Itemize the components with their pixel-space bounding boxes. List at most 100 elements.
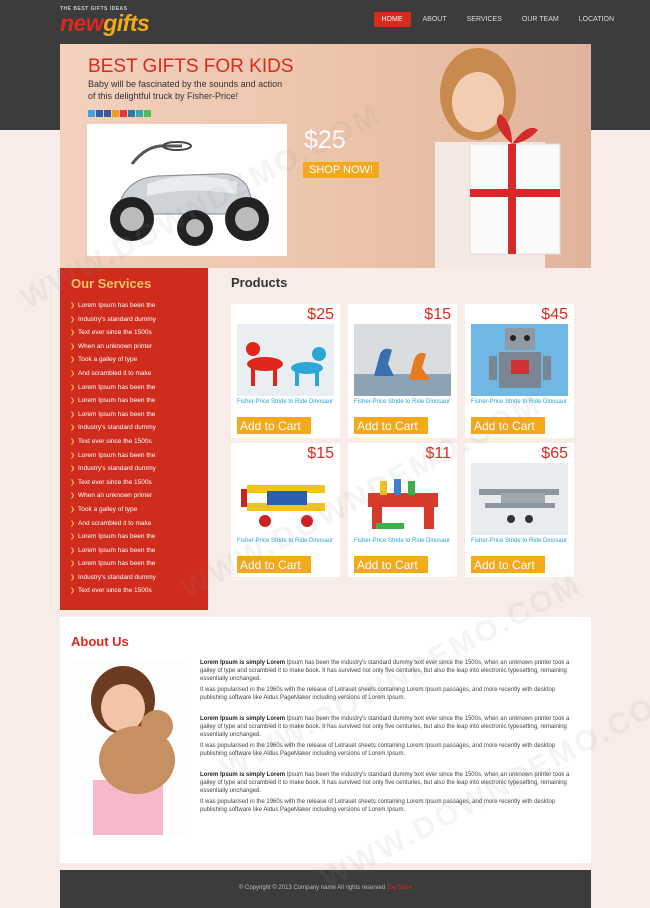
hero-subtitle: Baby will be fascinated by the sounds an… — [88, 79, 283, 101]
add-to-cart-button[interactable]: Add to Cart — [354, 417, 428, 434]
shop-now-button[interactable]: SHOP NOW! — [303, 162, 379, 178]
flickr-icon[interactable] — [120, 110, 127, 117]
child-with-teddy-image — [71, 660, 186, 835]
service-link[interactable]: When an unknown printer — [70, 340, 156, 354]
service-link[interactable]: And scrambled it to make — [70, 517, 156, 531]
product-description[interactable]: Fisher-Price Stride to Ride Dinosaur — [237, 399, 337, 407]
services-sidebar: Our Services Lorem Ipsum has been the In… — [60, 268, 208, 610]
share-icon[interactable] — [144, 110, 151, 117]
footer: © Copyright © 2013 Company name All righ… — [60, 870, 591, 908]
service-link[interactable]: And scrambled it to make — [70, 367, 156, 381]
service-link[interactable]: Text ever since the 1500s — [70, 584, 156, 598]
peg-bench-image[interactable] — [354, 463, 451, 535]
nav-about[interactable]: ABOUT — [415, 12, 455, 27]
service-link[interactable]: Lorem Ipsum has been the — [70, 557, 156, 571]
about-paragraph: It was popularised in the 1960s with the… — [200, 799, 556, 814]
service-link[interactable]: Lorem Ipsum has been the — [70, 394, 156, 408]
add-to-cart-button[interactable]: Add to Cart — [471, 417, 545, 434]
hero-price: $25 — [304, 126, 346, 154]
hero-banner: BEST GIFTS FOR KIDS Baby will be fascina… — [60, 44, 591, 268]
delicious-icon[interactable] — [96, 110, 103, 117]
linkedin-icon[interactable] — [128, 110, 135, 117]
service-link[interactable]: Text ever since the 1500s — [70, 435, 156, 449]
twitter-icon[interactable] — [88, 110, 95, 117]
service-link[interactable]: Text ever since the 1500s — [70, 326, 156, 340]
product-card: $25 Fisher-Price Stride to Ride Dinosaur… — [231, 304, 340, 438]
service-link[interactable]: Industry's standard dummy — [70, 462, 156, 476]
about-title: About Us — [71, 634, 129, 649]
product-price: $25 — [307, 306, 334, 323]
service-link[interactable]: Took a galley of type — [70, 353, 156, 367]
add-to-cart-button[interactable]: Add to Cart — [237, 417, 311, 434]
toy-plane-image[interactable] — [237, 463, 334, 535]
about-text: Lorem Ipsum is simply Lorem Ipsum has be… — [200, 660, 580, 819]
add-to-cart-button[interactable]: Add to Cart — [237, 556, 311, 573]
about-lead: Lorem Ipsum is simply Lorem — [200, 715, 286, 722]
about-lead: Lorem Ipsum is simply Lorem — [200, 771, 286, 778]
product-price: $11 — [425, 445, 451, 462]
products-section: Products $25 Fisher-Price Stride to Ride… — [208, 268, 591, 610]
copyright-text: © Copyright © 2013 Company name All righ… — [238, 885, 386, 891]
service-link[interactable]: Took a galley of type — [70, 503, 156, 517]
about-paragraph: Lorem Ipsum is simply Lorem Ipsum has be… — [200, 660, 580, 683]
balloon-dogs-image[interactable] — [237, 324, 334, 396]
product-card: $45 Fisher-Price Stride to Ride Dinosaur… — [465, 304, 574, 438]
service-link[interactable]: Lorem Ipsum has been the — [70, 408, 156, 422]
nav-our-team[interactable]: OUR TEAM — [514, 12, 567, 27]
service-link[interactable]: Lorem Ipsum has been the — [70, 299, 156, 313]
about-paragraph: Lorem Ipsum is simply Lorem Ipsum has be… — [200, 772, 580, 795]
services-title: Our Services — [71, 276, 152, 291]
service-link[interactable]: Industry's standard dummy — [70, 571, 156, 585]
main-nav: HOME ABOUT SERVICES OUR TEAM LOCATION — [373, 12, 623, 27]
service-link[interactable]: When an unknown printer — [70, 489, 156, 503]
service-link[interactable]: Text ever since the 1500s — [70, 476, 156, 490]
product-description[interactable]: Fisher-Price Stride to Ride Dinosaur — [471, 538, 571, 546]
add-to-cart-button[interactable]: Add to Cart — [354, 556, 428, 573]
footer-divider — [60, 863, 591, 870]
product-description[interactable]: Fisher-Price Stride to Ride Dinosaur — [354, 399, 454, 407]
product-price: $15 — [424, 306, 451, 323]
service-link[interactable]: Lorem Ipsum has been the — [70, 544, 156, 558]
social-icons — [88, 110, 151, 117]
product-description[interactable]: Fisher-Price Stride to Ride Dinosaur — [354, 538, 454, 546]
footer-link[interactable]: Toy Store — [387, 885, 412, 891]
product-description[interactable]: Fisher-Price Stride to Ride Dinosaur — [471, 399, 571, 407]
nav-home[interactable]: HOME — [373, 12, 411, 27]
service-link[interactable]: Lorem Ipsum has been the — [70, 449, 156, 463]
hero-title: BEST GIFTS FOR KIDS — [88, 56, 294, 77]
product-card: $15 Fisher-Price Stride to Ride Dinosaur… — [348, 304, 457, 438]
product-price: $65 — [541, 445, 568, 462]
logo-new: new — [60, 10, 104, 36]
product-card: $65 Fisher-Price Stride to Ride Dinosaur… — [465, 443, 574, 577]
about-paragraph: It was popularised in the 1960s with the… — [200, 687, 556, 702]
about-paragraph: Lorem Ipsum is simply Lorem Ipsum has be… — [200, 716, 580, 739]
toy-dinosaurs-image[interactable] — [354, 324, 451, 396]
product-card: $11 Fisher-Price Stride to Ride Dinosaur… — [348, 443, 457, 577]
logo[interactable]: THE BEST GIFTS IDEAS newgifts — [60, 6, 170, 36]
service-link[interactable]: Industry's standard dummy — [70, 421, 156, 435]
facebook-icon[interactable] — [104, 110, 111, 117]
rss-icon[interactable] — [112, 110, 119, 117]
girl-with-gift-image — [410, 44, 591, 268]
digg-icon[interactable] — [136, 110, 143, 117]
service-link[interactable]: Lorem Ipsum has been the — [70, 381, 156, 395]
toy-robot-image[interactable] — [471, 324, 568, 396]
biplane-model-image[interactable] — [471, 463, 568, 535]
logo-text: newgifts — [60, 10, 170, 36]
product-description[interactable]: Fisher-Price Stride to Ride Dinosaur — [237, 538, 337, 546]
nav-services[interactable]: SERVICES — [459, 12, 510, 27]
service-link[interactable]: Industry's standard dummy — [70, 313, 156, 327]
services-list: Lorem Ipsum has been the Industry's stan… — [70, 299, 156, 598]
service-link[interactable]: Lorem Ipsum has been the — [70, 530, 156, 544]
product-card: $15 Fisher-Price Stride to Ride Dinosaur… — [231, 443, 340, 577]
ride-on-car-image — [87, 124, 287, 256]
copyright: © Copyright © 2013 Company name All righ… — [60, 885, 591, 891]
product-price: $15 — [307, 445, 334, 462]
logo-gifts: gifts — [103, 10, 150, 36]
product-price: $45 — [541, 306, 568, 323]
nav-location[interactable]: LOCATION — [571, 12, 622, 27]
about-lead: Lorem Ipsum is simply Lorem — [200, 660, 286, 666]
header: THE BEST GIFTS IDEAS newgifts HOME ABOUT… — [0, 0, 650, 44]
add-to-cart-button[interactable]: Add to Cart — [471, 556, 545, 573]
products-title: Products — [231, 275, 288, 290]
